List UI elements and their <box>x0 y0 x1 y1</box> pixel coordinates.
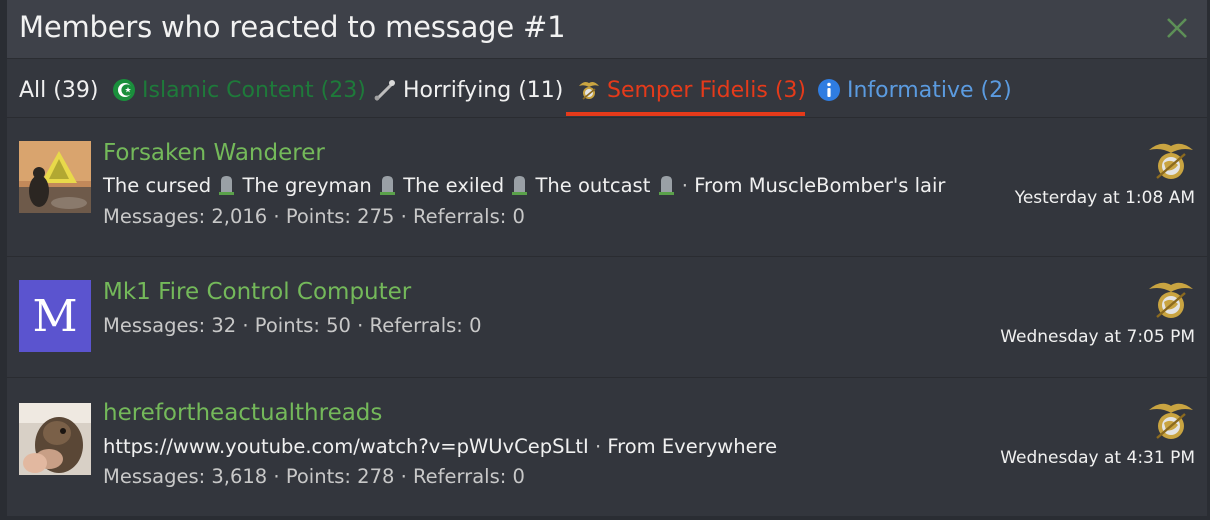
usmc-emblem-icon <box>1149 143 1193 179</box>
tab-semper-fidelis[interactable]: Semper Fidelis (3) <box>577 73 806 107</box>
tab-islamic-content-label: Islamic Content (23) <box>142 77 366 103</box>
reaction-time[interactable]: Wednesday at 7:05 PM <box>1000 327 1195 347</box>
member-link[interactable]: https://www.youtube.com/watch?v=pWUvCepS… <box>103 435 589 458</box>
member-row: herefortheactualthreads https://www.yout… <box>7 378 1207 516</box>
tab-semper-fidelis-label: Semper Fidelis (3) <box>607 77 806 103</box>
tab-horrifying[interactable]: Horrifying (11) <box>373 73 563 107</box>
member-row: M Mk1 Fire Control Computer Messages: 32… <box>7 257 1207 378</box>
member-location: From MuscleBomber's lair <box>694 174 946 197</box>
dialog-title: Members who reacted to message #1 <box>19 10 566 44</box>
member-name[interactable]: Mk1 Fire Control Computer <box>103 279 411 305</box>
member-name[interactable]: herefortheactualthreads <box>103 400 382 426</box>
member-location: From Everywhere <box>607 435 778 458</box>
tab-horrifying-label: Horrifying (11) <box>403 77 564 103</box>
tab-all-label: All (39) <box>19 77 99 103</box>
user-title: The exiled <box>403 174 505 197</box>
avatar[interactable]: M <box>19 280 91 352</box>
reactions-dialog: Members who reacted to message #1 All (3… <box>7 0 1207 516</box>
horrifying-icon <box>374 80 395 101</box>
dialog-header: Members who reacted to message #1 <box>7 0 1207 59</box>
user-title: The outcast <box>535 174 651 197</box>
reaction-time[interactable]: Yesterday at 1:08 AM <box>1015 188 1195 208</box>
tombstone-icon <box>658 176 674 195</box>
member-titles: The cursed The greyman The exiled The ou… <box>103 174 945 197</box>
member-stats: Messages: 2,016 · Points: 275 · Referral… <box>103 205 525 228</box>
avatar[interactable] <box>19 141 91 213</box>
usmc-emblem-icon <box>579 82 599 100</box>
avatar[interactable] <box>19 403 91 475</box>
user-title: The greyman <box>242 174 372 197</box>
close-icon[interactable] <box>1163 14 1191 42</box>
usmc-emblem-icon <box>1149 403 1193 439</box>
tombstone-icon <box>512 176 528 195</box>
member-row: Forsaken Wanderer The cursed The greyman… <box>7 118 1207 257</box>
tombstone-icon <box>219 176 235 195</box>
usmc-emblem-icon <box>1149 282 1193 318</box>
member-stats: Messages: 32 · Points: 50 · Referrals: 0 <box>103 314 482 337</box>
avatar-letter: M <box>32 290 78 342</box>
member-bio: https://www.youtube.com/watch?v=pWUvCepS… <box>103 435 777 458</box>
reaction-time[interactable]: Wednesday at 4:31 PM <box>1000 448 1195 468</box>
separator-dot: · <box>594 435 608 458</box>
member-stats: Messages: 3,618 · Points: 278 · Referral… <box>103 465 525 488</box>
islamic-content-icon <box>113 79 135 101</box>
tombstone-icon <box>380 176 395 195</box>
tab-all[interactable]: All (39) <box>19 73 98 107</box>
info-icon <box>818 79 840 101</box>
selected-tab-underline <box>566 112 805 116</box>
reaction-tabs: All (39) Islamic Content (23) Horrifying… <box>7 59 1207 118</box>
user-title: The cursed <box>103 174 212 197</box>
separator-dot: · <box>681 174 695 197</box>
tab-islamic-content[interactable]: Islamic Content (23) <box>112 73 366 107</box>
tab-informative-label: Informative (2) <box>847 77 1012 103</box>
tab-informative[interactable]: Informative (2) <box>817 73 1012 107</box>
member-name[interactable]: Forsaken Wanderer <box>103 140 325 166</box>
